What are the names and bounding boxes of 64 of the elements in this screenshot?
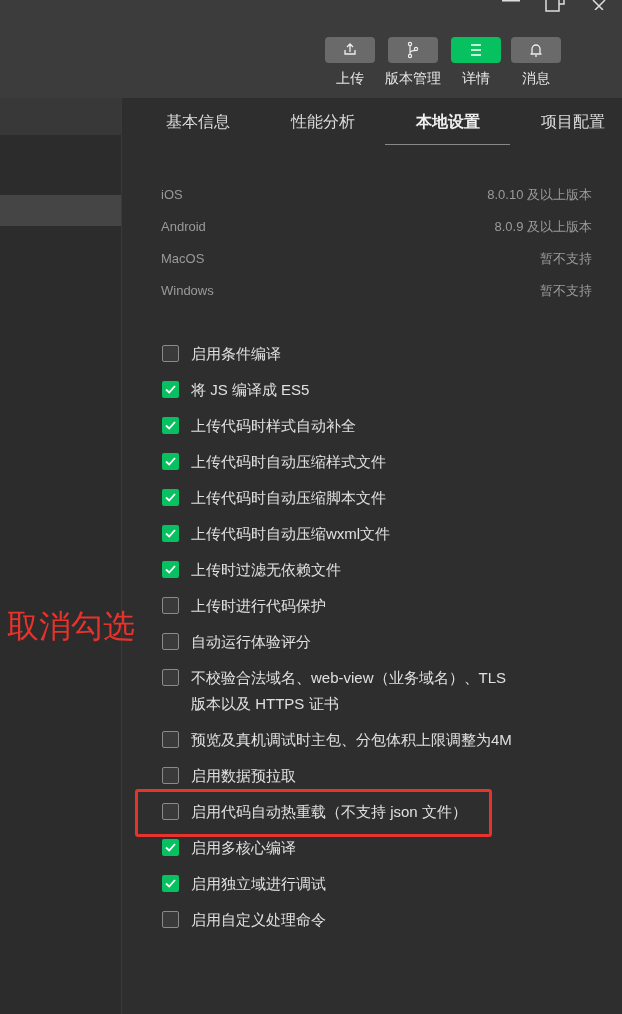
checkbox[interactable]	[162, 345, 179, 362]
annotation-text: 取消勾选	[7, 607, 135, 646]
option-label: 上传代码时自动压缩样式文件	[191, 452, 386, 472]
platform-label: MacOS	[161, 250, 205, 269]
toolbar-label: 上传	[336, 69, 364, 88]
checkbox[interactable]	[162, 525, 179, 542]
tab[interactable]: 性能分析	[260, 100, 385, 145]
option-label: 上传代码时自动压缩脚本文件	[191, 488, 386, 508]
restore-icon[interactable]	[545, 0, 565, 12]
checkbox[interactable]	[162, 767, 179, 784]
option-label: 启用数据预拉取	[191, 766, 296, 786]
toolbar-button[interactable]	[325, 37, 375, 63]
option-label: 启用条件编译	[191, 344, 281, 364]
checkbox[interactable]	[162, 381, 179, 398]
check-icon	[164, 491, 177, 504]
checkbox[interactable]	[162, 731, 179, 748]
tab[interactable]: 本地设置	[385, 100, 510, 145]
check-icon	[164, 563, 177, 576]
option-label: 启用代码自动热重载（不支持 json 文件）	[191, 802, 467, 822]
checkbox[interactable]	[162, 597, 179, 614]
option-label: 启用独立域进行调试	[191, 874, 326, 894]
check-icon	[164, 527, 177, 540]
close-icon[interactable]	[592, 0, 608, 10]
checkbox[interactable]	[162, 669, 179, 686]
version-value: 8.0.9 及以上版本	[494, 218, 592, 237]
checkbox[interactable]	[162, 489, 179, 506]
checkbox[interactable]	[162, 875, 179, 892]
checkbox[interactable]	[162, 417, 179, 434]
version-value: 暂不支持	[540, 250, 592, 269]
minimize-icon[interactable]	[502, 0, 520, 3]
checkbox[interactable]	[162, 911, 179, 928]
option-label: 上传时过滤无依赖文件	[191, 560, 341, 580]
option-label: 启用自定义处理命令	[191, 910, 326, 930]
option-label: 预览及真机调试时主包、分包体积上限调整为4M	[191, 730, 512, 750]
check-icon	[164, 877, 177, 890]
version-value: 暂不支持	[540, 282, 592, 301]
platform-label: iOS	[161, 186, 183, 205]
option-label: 上传代码时自动压缩wxml文件	[191, 524, 391, 544]
checkbox[interactable]	[162, 803, 179, 820]
option-label: 自动运行体验评分	[191, 632, 311, 652]
checkbox[interactable]	[162, 633, 179, 650]
option-label: 上传代码时样式自动补全	[191, 416, 356, 436]
toolbar-button[interactable]	[388, 37, 438, 63]
toolbar-button[interactable]	[511, 37, 561, 63]
tab[interactable]: 项目配置	[510, 100, 622, 145]
checkbox[interactable]	[162, 561, 179, 578]
toolbar-label: 消息	[522, 69, 550, 88]
toolbar-button[interactable]	[451, 37, 501, 63]
check-icon	[164, 383, 177, 396]
checkbox[interactable]	[162, 453, 179, 470]
checkbox[interactable]	[162, 839, 179, 856]
option-label: 不校验合法域名、web-view（业务域名）、TLS 版本以及 HTTPS 证书	[191, 668, 508, 714]
check-icon	[164, 419, 177, 432]
tab[interactable]: 基本信息	[135, 100, 260, 145]
platform-label: Android	[161, 218, 206, 237]
toolbar-label: 版本管理	[385, 69, 441, 88]
platform-label: Windows	[161, 282, 214, 301]
option-label: 启用多核心编译	[191, 838, 296, 858]
toolbar-label: 详情	[462, 69, 490, 88]
option-label: 将 JS 编译成 ES5	[191, 380, 310, 400]
check-icon	[164, 841, 177, 854]
check-icon	[164, 455, 177, 468]
option-label: 上传时进行代码保护	[191, 596, 326, 616]
version-value: 8.0.10 及以上版本	[487, 186, 592, 205]
